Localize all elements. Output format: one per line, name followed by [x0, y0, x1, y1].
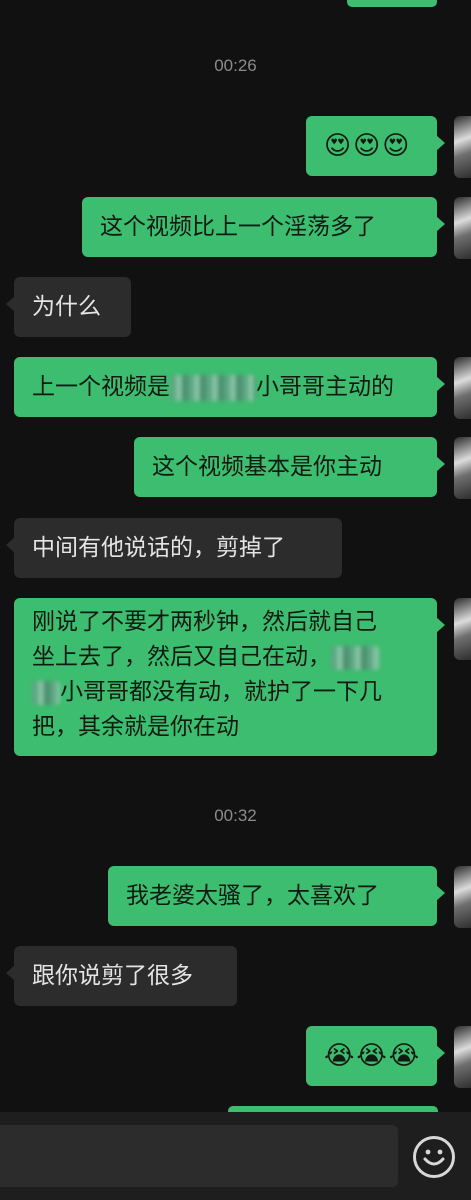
blurred-text [331, 645, 379, 670]
message-bubble-sent[interactable]: 😭😭😭 [306, 1026, 445, 1086]
message-text: 为什么 [32, 294, 101, 320]
avatar[interactable] [454, 437, 471, 499]
message-bubble-received[interactable]: 为什么 [6, 277, 131, 337]
message-text: 我老婆太骚了，太喜欢了 [126, 883, 379, 909]
message-text-part: 小哥哥主动的 [256, 374, 394, 400]
partial-message-bubble[interactable] [347, 0, 437, 7]
avatar[interactable] [454, 197, 471, 259]
message-bubble-sent[interactable]: 上一个视频是 小哥哥主动的 [14, 357, 445, 417]
message-text: 😍😍😍 [324, 131, 412, 161]
message-text: 这个视频基本是你主动 [152, 454, 382, 480]
avatar[interactable] [454, 866, 471, 928]
message-input[interactable] [0, 1125, 398, 1187]
message-bubble-sent[interactable]: 这个视频比上一个淫荡多了 [82, 197, 445, 257]
blurred-text [170, 374, 256, 401]
message-bubble-received[interactable]: 中间有他说话的，剪掉了 [6, 518, 342, 578]
message-bubble-received[interactable]: 跟你说剪了很多 [6, 946, 237, 1006]
message-line: 小哥哥都没有动，就护了一下几 [32, 675, 419, 710]
message-bubble-sent[interactable]: 😍😍😍 [306, 116, 445, 176]
timestamp: 00:32 [214, 806, 257, 825]
smiley-face-glyph [423, 1149, 445, 1166]
avatar[interactable] [454, 116, 471, 178]
message-bubble-sent[interactable]: 刚说了不要才两秒钟，然后就自己 坐上去了，然后又自己在动， 小哥哥都没有动，就护… [14, 598, 445, 756]
message-text: 😭😭😭 [324, 1041, 422, 1071]
smiley-face-icon[interactable] [413, 1136, 455, 1178]
timestamp: 00:26 [214, 56, 257, 75]
message-line: 刚说了不要才两秒钟，然后就自己 [32, 609, 377, 635]
avatar[interactable] [454, 598, 471, 660]
chat-screen: 00:26 😍😍😍 这个视频比上一个淫荡多了 为什么 上一个视频是 小哥哥主动的 … [0, 0, 471, 1200]
blurred-text [32, 680, 60, 705]
avatar[interactable] [454, 357, 471, 419]
message-bubble-sent[interactable]: 我老婆太骚了，太喜欢了 [108, 866, 445, 926]
message-line: 坐上去了，然后又自己在动， [32, 640, 419, 675]
avatar[interactable] [454, 1026, 471, 1088]
message-bubble-sent[interactable]: 这个视频基本是你主动 [134, 437, 445, 497]
message-text: 这个视频比上一个淫荡多了 [100, 214, 376, 240]
message-line: 把，其余就是你在动 [32, 714, 239, 740]
message-text: 中间有他说话的，剪掉了 [32, 535, 285, 561]
message-text: 跟你说剪了很多 [32, 963, 193, 989]
message-text-part: 上一个视频是 [32, 374, 170, 400]
